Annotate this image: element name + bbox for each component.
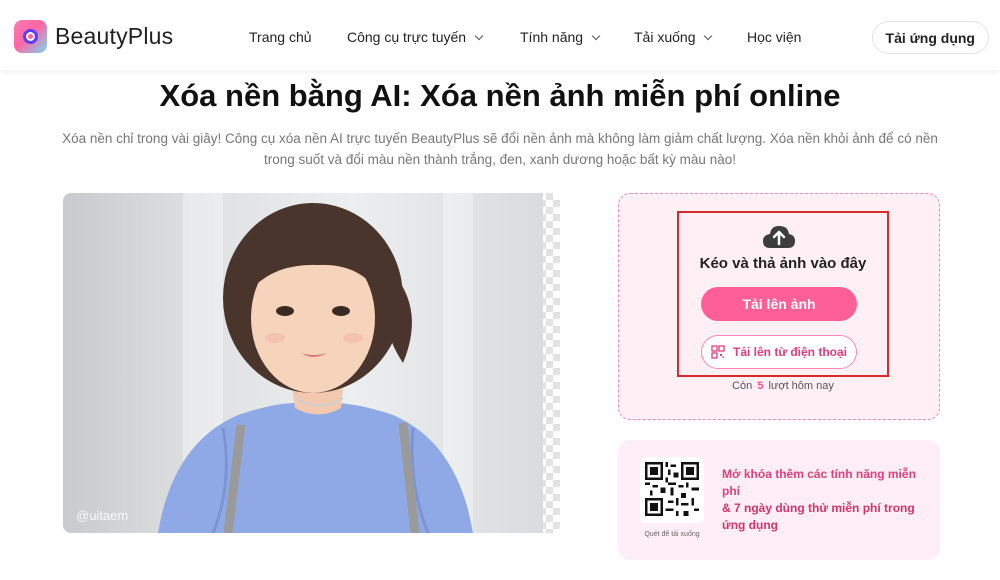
woman-portrait-image (158, 203, 473, 533)
chevron-down-icon (474, 31, 484, 40)
nav-item-label: Công cụ trực tuyến (347, 29, 467, 45)
cloud-upload-icon (763, 226, 795, 248)
nav-item-downloads[interactable]: Tải xuống (634, 29, 713, 45)
download-app-button[interactable]: Tải ứng dụng (871, 21, 989, 54)
promo-line-1: Mở khóa thêm các tính năng miễn phí (722, 467, 916, 498)
example-photo: @uitaem (63, 193, 560, 533)
nav-item-home[interactable]: Trang chủ (249, 29, 312, 45)
photo-watermark: @uitaem (76, 508, 129, 523)
promo-line-2: & 7 ngày dùng thử miễn phí trong ứng dụn… (722, 501, 915, 532)
nav-item-features[interactable]: Tính năng (520, 29, 601, 45)
main-nav: Trang chủ Công cụ trực tuyến Tính năng T… (0, 29, 1000, 49)
remaining-suffix: lượt hôm nay (768, 380, 834, 392)
upload-from-phone-button[interactable]: Tải lên từ điện thoại (701, 335, 857, 369)
upload-from-phone-label: Tải lên từ điện thoại (732, 345, 848, 359)
nav-item-label: Tính năng (520, 29, 584, 45)
nav-item-label: Trang chủ (249, 29, 312, 45)
remaining-uploads-text: Còn 5 lượt hôm nay (677, 380, 889, 392)
page-subtitle: Xóa nền chỉ trong vài giây! Công cụ xóa … (62, 131, 938, 167)
drag-drop-label: Kéo và thả ảnh vào đây (699, 255, 867, 272)
upload-image-button[interactable]: Tải lên ảnh (701, 287, 857, 321)
nav-item-academy[interactable]: Học viện (747, 29, 801, 45)
chevron-down-icon (591, 31, 601, 40)
remaining-prefix: Còn (732, 380, 753, 392)
chevron-down-icon (704, 31, 713, 40)
nav-item-online-tools[interactable]: Công cụ trực tuyến (347, 29, 484, 45)
qr-caption: Quét để tải xuống (644, 531, 700, 538)
nav-item-label: Học viện (747, 29, 802, 45)
qr-code-icon (711, 345, 725, 359)
top-navigation-bar: BeautyPlus Trang chủ Công cụ trực tuyến … (0, 0, 1000, 70)
page-title: Xóa nền bằng AI: Xóa nền ảnh miễn phí on… (159, 78, 841, 113)
download-qr-code (645, 462, 699, 516)
promo-message: Mở khóa thêm các tính năng miễn phí & 7 … (722, 466, 922, 534)
remaining-count: 5 (757, 380, 764, 392)
nav-item-label: Tải xuống (634, 29, 696, 45)
